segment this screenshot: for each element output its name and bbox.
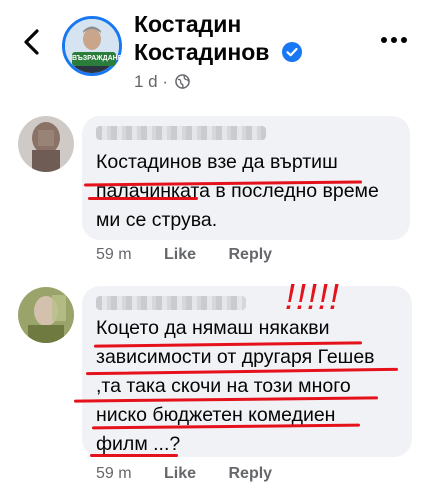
- verified-badge-icon: [281, 42, 302, 62]
- like-button[interactable]: Like: [164, 246, 196, 264]
- reply-button[interactable]: Reply: [229, 246, 273, 264]
- comment-line: Костадинов взе да въртиш: [96, 151, 338, 173]
- red-underline: [90, 454, 178, 457]
- post-meta: 1 d ·: [134, 72, 190, 92]
- back-arrow-icon[interactable]: [20, 28, 44, 56]
- comment-line: зависимости от другаря Гешев: [96, 346, 375, 368]
- blurred-avatar-image: [18, 287, 74, 343]
- comment-text: Костадинов взе да въртиш палачинката в п…: [96, 148, 379, 235]
- more-options-icon[interactable]: [380, 36, 408, 44]
- comment-actions: 59 m Like Reply: [96, 246, 300, 264]
- comment-line: ми се струва.: [96, 209, 218, 231]
- comment-actions: 59 m Like Reply: [96, 465, 300, 483]
- blurred-avatar-image: [18, 116, 74, 172]
- post-time: 1 d ·: [134, 72, 169, 91]
- comment-author-name[interactable]: [96, 296, 246, 310]
- like-button[interactable]: Like: [164, 465, 196, 483]
- party-badge: ВЪЗРАЖДАНЕ: [72, 52, 122, 66]
- page-name-line2-row: Костадинов: [134, 38, 302, 66]
- page-title[interactable]: Костадин Костадинов: [134, 10, 302, 66]
- comment-text: Коцето да нямаш някакви зависимости от д…: [96, 314, 375, 459]
- page-name-line1: Костадин: [134, 11, 242, 37]
- comment-bubble: Костадинов взе да въртиш палачинката в п…: [82, 116, 410, 240]
- red-underline: [88, 197, 198, 200]
- comment-author-name[interactable]: [96, 126, 266, 140]
- page-avatar[interactable]: [62, 16, 122, 76]
- post-header: ВЪЗРАЖДАНЕ Костадин Костадинов 1 d ·: [0, 0, 426, 100]
- comment-line: Коцето да нямаш някакви: [96, 317, 330, 339]
- commenter-avatar[interactable]: [18, 116, 74, 172]
- red-exclamation-marks: !!!!!: [285, 276, 341, 317]
- globe-icon: [174, 74, 190, 89]
- commenter-avatar[interactable]: [18, 287, 74, 343]
- reply-button[interactable]: Reply: [229, 465, 273, 483]
- page-name-line2: Костадинов: [134, 39, 270, 65]
- comment-time: 59 m: [96, 465, 132, 482]
- comment-time: 59 m: [96, 246, 132, 263]
